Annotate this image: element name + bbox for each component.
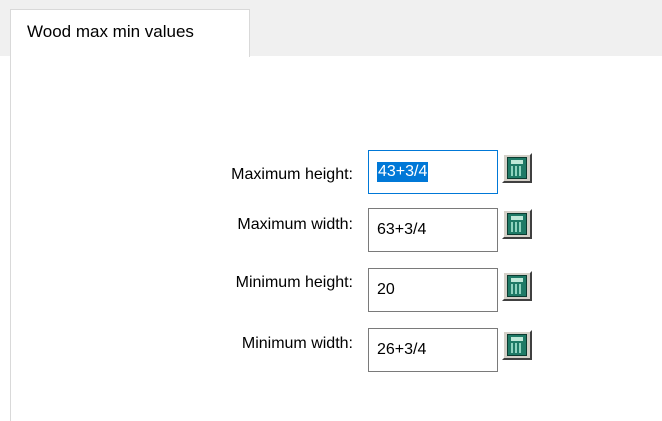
maximum-width-value: 63+3/4 [377,221,427,238]
maximum-height-input[interactable]: 43+3/4 [368,150,498,194]
minimum-height-row: Minimum height: 20 [0,266,662,314]
calculator-icon [507,275,527,297]
maximum-height-label: Maximum height: [231,166,353,183]
minimum-height-calculator-button[interactable] [502,271,532,301]
calculator-icon [507,334,527,356]
calculator-icon [507,213,527,235]
minimum-height-value: 20 [377,281,395,298]
minimum-width-label: Minimum width: [241,335,353,352]
maximum-height-row: Maximum height: 43+3/4 [0,149,662,197]
minimum-width-input[interactable]: 26+3/4 [368,328,498,372]
tab-label: Wood max min values [27,22,194,41]
minimum-height-input[interactable]: 20 [368,268,498,312]
minimum-height-label: Minimum height: [235,274,353,291]
maximum-height-value: 43+3/4 [377,162,429,182]
wood-max-min-dialog: Wood max min values Maximum height: 43+3… [0,0,662,421]
minimum-width-calculator-button[interactable] [502,330,532,360]
maximum-width-input[interactable]: 63+3/4 [368,208,498,252]
minimum-width-row: Minimum width: 26+3/4 [0,326,662,374]
minimum-width-value: 26+3/4 [377,341,427,358]
calculator-icon [507,157,527,179]
tab-wood-max-min-values[interactable]: Wood max min values [10,9,250,57]
maximum-height-calculator-button[interactable] [502,153,532,183]
maximum-width-label: Maximum width: [237,216,353,233]
maximum-width-calculator-button[interactable] [502,209,532,239]
maximum-width-row: Maximum width: 63+3/4 [0,206,662,254]
